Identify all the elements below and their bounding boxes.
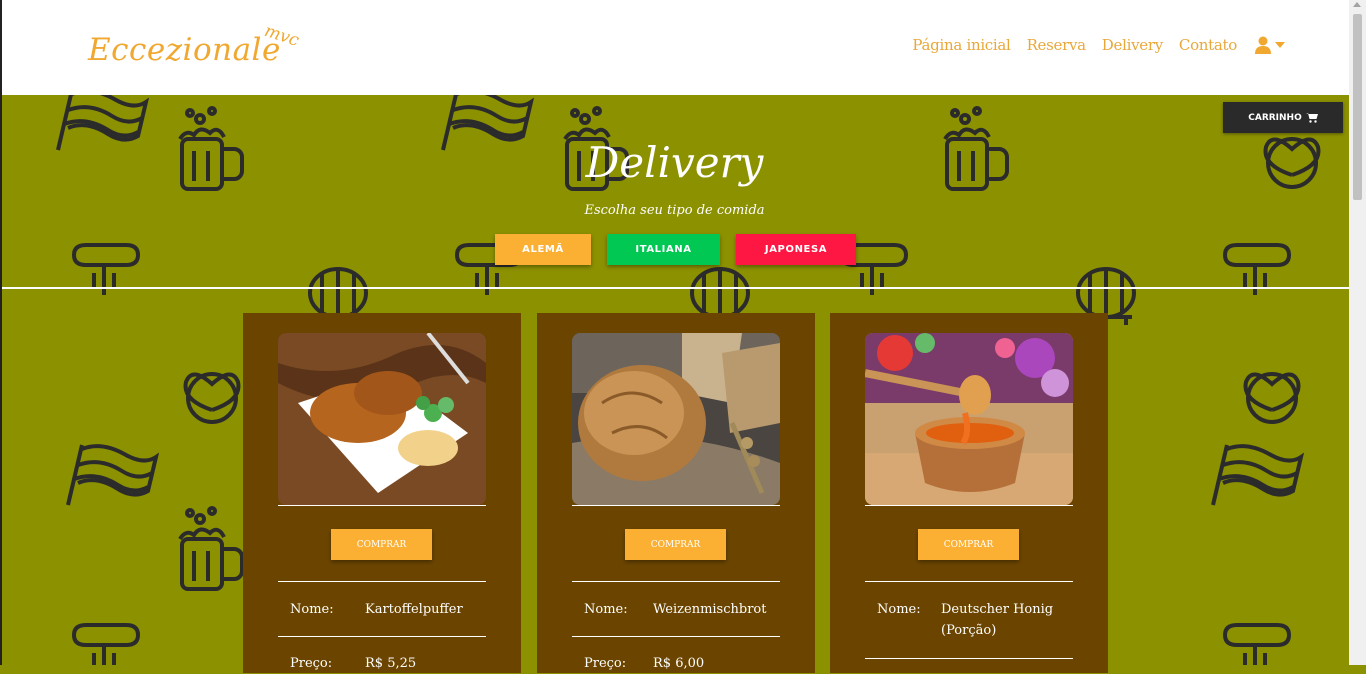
scroll-up-arrow-icon[interactable] [1353,2,1361,7]
card-divider [865,658,1073,659]
brand-name: Eccezionale [88,32,281,68]
window-edge [0,0,2,665]
product-name: Deutscher Honig (Porção) [941,602,1054,638]
honey-photo [865,333,1073,505]
product-name: Weizenmischbrot [653,602,767,617]
scrollbar-thumb[interactable] [1353,14,1362,200]
card-divider [865,581,1073,582]
card-divider [278,636,486,637]
product-name: Kartoffelpuffer [365,602,463,617]
nav-link-delivery[interactable]: Delivery [1102,36,1163,54]
product-price: R$ 6,00 [653,656,705,671]
cart-button-label: CARRINHO [1248,112,1302,123]
product-name-label: Nome: [290,602,334,617]
product-name-label: Nome: [584,602,628,617]
card-divider [278,505,486,506]
category-italiana-button[interactable]: ITALIANA [607,234,720,265]
buy-button[interactable]: COMPRAR [625,529,726,560]
section-divider [2,287,1349,289]
user-icon [1255,36,1271,54]
card-divider [572,505,780,506]
product-price-label: Preço: [290,656,333,671]
card-divider [278,581,486,582]
product-price-label: Preço: [584,656,627,671]
product-price: R$ 5,25 [365,656,417,671]
nav-link-reserva[interactable]: Reserva [1027,36,1087,54]
product-card: COMPRAR Nome: Kartoffelpuffer Preço: R$ … [243,313,521,673]
card-divider [572,636,780,637]
product-card: COMPRAR Nome: Weizenmischbrot Preço: R$ … [537,313,815,673]
buy-button[interactable]: COMPRAR [918,529,1019,560]
cart-button[interactable]: CARRINHO [1223,102,1343,133]
caret-down-icon [1275,42,1285,48]
brand-logo[interactable]: Eccezionale mvc [88,21,308,82]
nav-link-contato[interactable]: Contato [1179,36,1237,54]
page-scrollbar[interactable] [1349,0,1366,665]
category-japonesa-button[interactable]: JAPONESA [736,234,856,265]
top-navbar: Eccezionale mvc Página inicial Reserva D… [2,0,1349,95]
page-title: Delivery [585,138,764,187]
nav-links: Página inicial Reserva Delivery Contato [912,36,1285,54]
potato-pancake-photo [278,333,486,505]
user-menu-toggle[interactable] [1255,36,1285,54]
card-divider [572,581,780,582]
product-name-label: Nome: [877,602,921,617]
card-divider [865,505,1073,506]
nav-link-home[interactable]: Página inicial [912,36,1010,54]
page-subtitle: Escolha seu tipo de comida [584,203,765,218]
buy-button[interactable]: COMPRAR [331,529,432,560]
bread-photo [572,333,780,505]
category-alema-button[interactable]: ALEMÃ [495,234,591,265]
product-card: COMPRAR Nome: Deutscher Honig (Porção) [830,313,1108,673]
shopping-cart-icon [1305,113,1318,123]
